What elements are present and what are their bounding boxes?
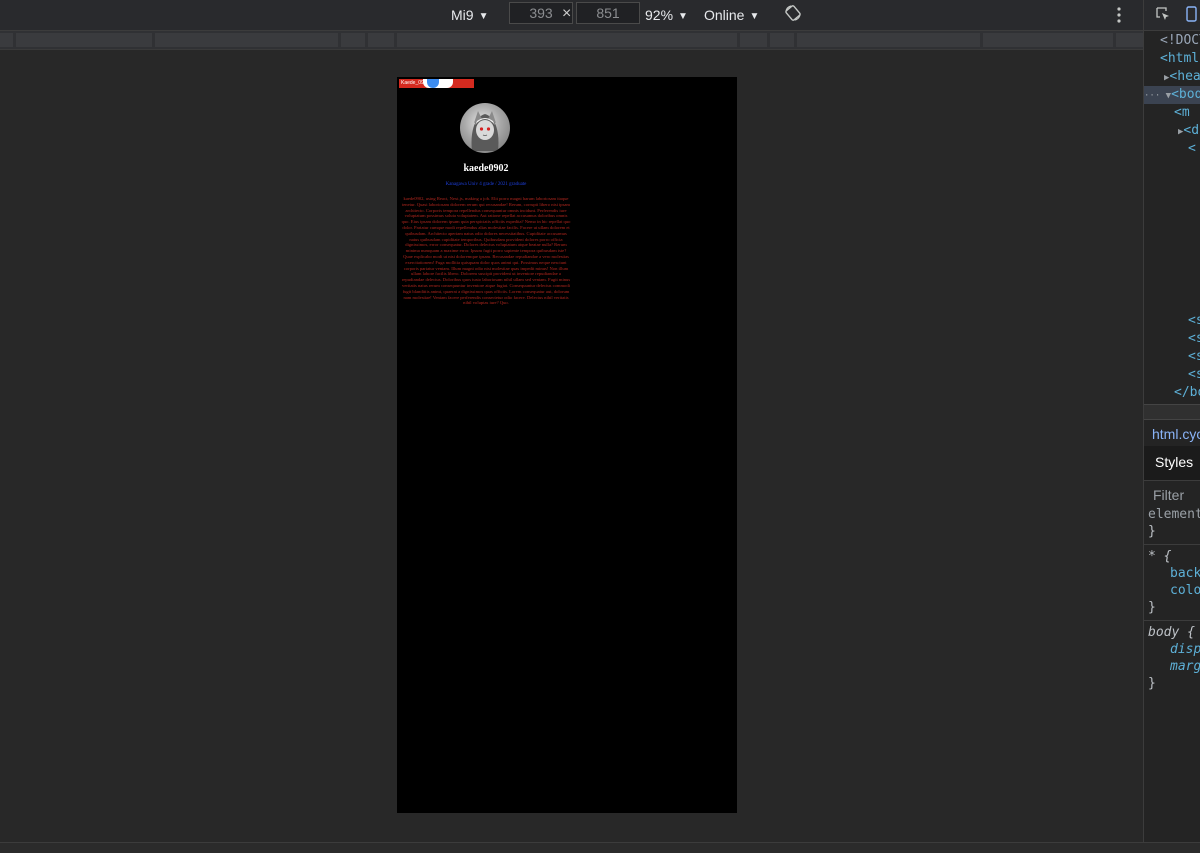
rule-selector[interactable]: body { [1148,624,1195,641]
profile-links[interactable]: Kanagawa Univ 4 grade / 2021 graduate [397,182,575,187]
rule-divider [1144,544,1200,545]
avatar-illustration [471,111,499,151]
rule-selector[interactable]: * { [1148,548,1171,565]
chevron-down-icon: ▼ [478,11,489,22]
avatar [460,103,510,153]
dom-node[interactable]: <s [1188,312,1200,330]
rotate-icon[interactable] [784,4,802,22]
dom-node[interactable]: ▶<d [1178,122,1199,140]
device-name: Mi9 [451,7,474,23]
dom-node-selected[interactable]: ··· ▼<body [1144,86,1200,104]
tab-styles-label: Styles [1155,454,1194,470]
rule-property[interactable]: disp [1170,641,1200,658]
devtools-topbar [1144,0,1200,31]
dom-node[interactable]: < [1188,140,1196,158]
dom-node[interactable]: <s [1188,348,1200,366]
dom-node[interactable]: <html [1160,50,1199,68]
mini-header-bar[interactable]: Kaede_0902 [399,79,474,88]
rule-property[interactable]: color [1170,582,1200,599]
dom-node[interactable]: <s [1188,366,1200,384]
zoom-value: 92% [645,7,674,23]
media-query-segment[interactable] [397,33,737,47]
rule-selector[interactable]: element [1148,506,1200,523]
rule-divider [1144,620,1200,621]
device-select[interactable]: Mi9 ▼ [451,5,488,25]
more-options-icon[interactable] [1113,6,1125,24]
media-query-segment[interactable] [341,33,365,47]
rule-property[interactable]: margi [1170,658,1200,675]
height-input[interactable]: 851 [576,2,640,24]
bio-text: kaede0902, using React, Next.js, making … [401,196,571,306]
media-query-segment[interactable] [16,33,152,47]
dom-node[interactable]: ▶<head [1164,68,1200,86]
dimension-separator: × [562,5,572,22]
device-toolbar: Mi9 ▼ 393 × 851 92% ▼ Online ▼ [0,0,1143,31]
source-file-link[interactable]: html.cyc [1152,426,1200,442]
media-query-segment[interactable] [797,33,980,47]
dom-node[interactable]: <s [1188,330,1200,348]
throttle-select[interactable]: Online ▼ [704,5,759,25]
dom-tree[interactable]: <!DOCTYPE html> <html ▶<head ··· ▼<body … [1144,32,1200,402]
rule-brace: } [1148,676,1156,691]
username-heading: kaede0902 [463,163,509,174]
dom-node-label: <body [1171,87,1200,102]
throttle-value: Online [704,7,745,23]
dom-node-label: <head [1169,69,1200,84]
bottom-status-strip [0,842,1200,853]
media-query-segment[interactable] [368,33,394,47]
dom-node-label: <d [1183,123,1200,138]
styles-filter-input[interactable]: Filter [1153,487,1184,503]
media-query-segment[interactable] [983,33,1113,47]
inspect-element-icon[interactable] [1155,6,1171,22]
zoom-select[interactable]: 92% ▼ [645,5,688,25]
dom-node[interactable]: <m [1174,104,1190,122]
rule-property[interactable]: backg [1170,565,1200,582]
panel-splitter[interactable] [1144,404,1200,420]
devtools-panel: <!DOCTYPE html> <html ▶<head ··· ▼<body … [1143,0,1200,842]
chevron-down-icon: ▼ [749,11,760,22]
rule-brace: } [1148,600,1156,615]
device-toggle-icon[interactable] [1184,6,1200,22]
tab-styles[interactable]: Styles [1144,446,1200,481]
media-query-segment[interactable] [155,33,338,47]
dom-node[interactable]: <!DOCTYPE html> [1160,32,1200,50]
media-query-segment[interactable] [770,33,794,47]
media-query-segment[interactable] [1116,33,1143,47]
dom-node[interactable]: </bo [1174,384,1200,402]
media-query-bar [0,31,1143,50]
rule-brace: } [1148,524,1156,539]
media-query-segment[interactable] [740,33,767,47]
device-viewport[interactable]: Kaede_0902 kaede0902 Kanagawa Univ 4 gra… [397,77,737,813]
media-query-segment[interactable] [0,33,13,47]
chevron-down-icon: ▼ [678,11,688,22]
